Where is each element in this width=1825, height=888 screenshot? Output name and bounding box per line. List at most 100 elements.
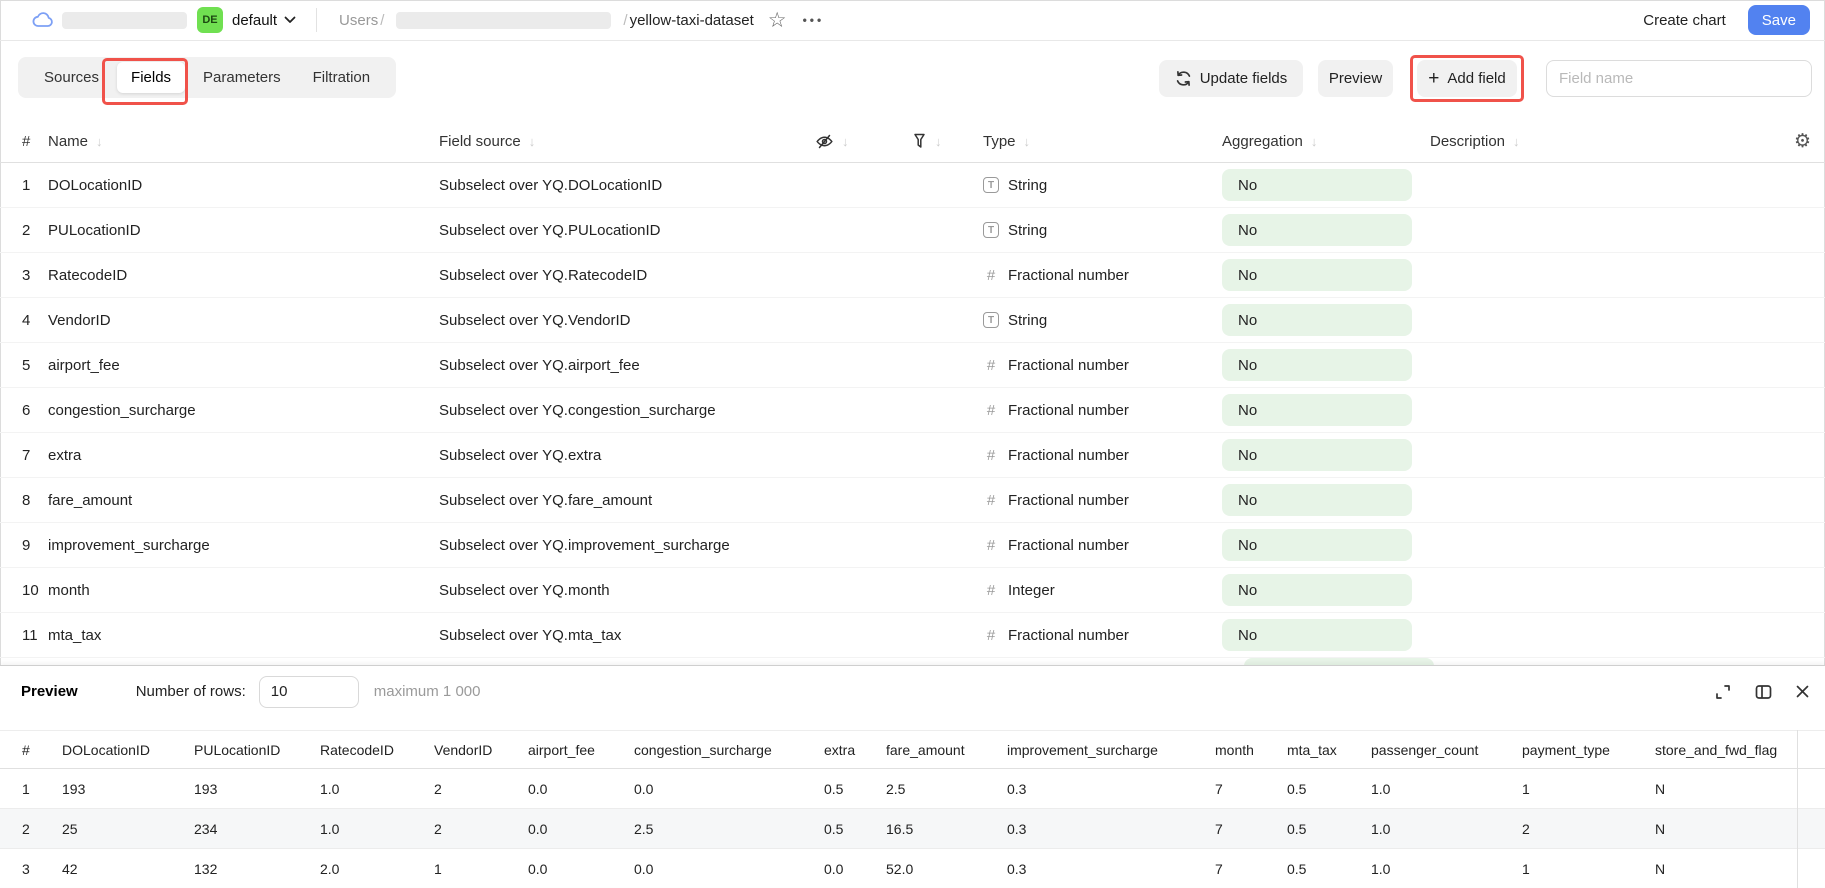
string-type-icon: T xyxy=(983,222,999,238)
field-row[interactable]: 1DOLocationIDSubselect over YQ.DOLocatio… xyxy=(0,163,1825,208)
expand-preview-button[interactable] xyxy=(1714,683,1732,701)
tab-sources[interactable]: Sources xyxy=(30,62,113,93)
field-name: improvement_surcharge xyxy=(48,537,439,554)
field-type-label: String xyxy=(1008,222,1047,239)
field-type-label: Fractional number xyxy=(1008,267,1129,284)
preview-cell: 0.0 xyxy=(634,781,824,797)
preview-cell: 0.3 xyxy=(1007,821,1215,837)
field-type: #Fractional number xyxy=(983,537,1222,554)
tab-fields[interactable]: Fields xyxy=(117,62,185,93)
header-visibility[interactable]: ↓ xyxy=(815,132,912,151)
create-chart-button[interactable]: Create chart xyxy=(1635,6,1734,35)
header-filter[interactable]: ↓ xyxy=(912,133,983,150)
preview-cell: 0.3 xyxy=(1007,781,1215,797)
field-name: DOLocationID xyxy=(48,177,439,194)
preview-button[interactable]: Preview xyxy=(1318,60,1393,97)
table-settings[interactable]: ⚙ xyxy=(1780,132,1825,151)
aggregation-pill-clipped[interactable] xyxy=(1244,658,1434,665)
field-source: Subselect over YQ.improvement_surcharge xyxy=(439,537,815,554)
field-row-index: 4 xyxy=(22,312,48,329)
aggregation-pill[interactable]: No xyxy=(1222,394,1412,426)
preview-cell: 132 xyxy=(194,861,320,877)
refresh-icon xyxy=(1175,70,1192,87)
preview-row: 3421322.010.00.00.052.00.370.51.01N xyxy=(0,849,1825,888)
field-name: RatecodeID xyxy=(48,267,439,284)
preview-header-airport_fee: airport_fee xyxy=(528,742,634,758)
add-field-button[interactable]: + Add field xyxy=(1417,60,1517,97)
aggregation-pill[interactable]: No xyxy=(1222,304,1412,336)
update-fields-button[interactable]: Update fields xyxy=(1159,60,1303,97)
field-type-label: Fractional number xyxy=(1008,537,1129,554)
header-type[interactable]: Type↓ xyxy=(983,133,1222,150)
preview-cell: 1 xyxy=(1522,861,1655,877)
field-row[interactable]: 7extraSubselect over YQ.extra#Fractional… xyxy=(0,433,1825,478)
plus-icon: + xyxy=(1428,69,1439,88)
save-button[interactable]: Save xyxy=(1748,5,1810,35)
field-type: TString xyxy=(983,177,1222,194)
field-source: Subselect over YQ.RatecodeID xyxy=(439,267,815,284)
aggregation-pill[interactable]: No xyxy=(1222,349,1412,381)
field-aggregation-cell: No xyxy=(1222,484,1430,516)
field-aggregation-cell: No xyxy=(1222,259,1430,291)
more-actions-icon[interactable]: ••• xyxy=(803,13,825,27)
preview-panel: Preview Number of rows: maximum 1 000 xyxy=(0,665,1825,887)
field-row[interactable]: 9improvement_surchargeSubselect over YQ.… xyxy=(0,523,1825,568)
aggregation-pill[interactable]: No xyxy=(1222,529,1412,561)
header-index: # xyxy=(22,133,48,150)
aggregation-pill[interactable]: No xyxy=(1222,619,1412,651)
favorite-star-icon[interactable]: ☆ xyxy=(768,10,787,31)
tab-parameters[interactable]: Parameters xyxy=(189,62,295,93)
tenant-switcher[interactable]: default xyxy=(232,12,296,29)
field-row-index: 7 xyxy=(22,447,48,464)
preview-cell: 1.0 xyxy=(1371,781,1522,797)
field-row[interactable]: 3RatecodeIDSubselect over YQ.RatecodeID#… xyxy=(0,253,1825,298)
field-source: Subselect over YQ.airport_fee xyxy=(439,357,815,374)
aggregation-pill[interactable]: No xyxy=(1222,214,1412,246)
preview-header-VendorID: VendorID xyxy=(434,742,528,758)
topbar-divider xyxy=(316,8,317,32)
field-type-label: Integer xyxy=(1008,582,1055,599)
expand-icon xyxy=(1714,683,1732,701)
field-aggregation-cell: No xyxy=(1222,619,1430,651)
preview-cell: 0.5 xyxy=(1287,861,1371,877)
aggregation-pill[interactable]: No xyxy=(1222,484,1412,516)
header-description[interactable]: Description↓ xyxy=(1430,133,1780,150)
aggregation-pill[interactable]: No xyxy=(1222,169,1412,201)
field-row[interactable]: 2PULocationIDSubselect over YQ.PULocatio… xyxy=(0,208,1825,253)
field-row[interactable]: 6congestion_surchargeSubselect over YQ.c… xyxy=(0,388,1825,433)
preview-toolbar: Preview Number of rows: maximum 1 000 xyxy=(0,666,1825,717)
dock-preview-button[interactable] xyxy=(1754,683,1773,701)
breadcrumb-root[interactable]: Users xyxy=(339,12,378,29)
breadcrumb-dataset-name: yellow-taxi-dataset xyxy=(630,12,754,29)
preview-header-mta_tax: mta_tax xyxy=(1287,742,1371,758)
preview-cell: 1.0 xyxy=(320,821,434,837)
string-type-icon: T xyxy=(983,177,999,193)
field-name-search-input[interactable] xyxy=(1546,60,1812,97)
preview-cell: 2.5 xyxy=(634,821,824,837)
field-row[interactable]: 8fare_amountSubselect over YQ.fare_amoun… xyxy=(0,478,1825,523)
preview-cell: 2.0 xyxy=(320,861,434,877)
field-row[interactable]: 11mta_taxSubselect over YQ.mta_tax#Fract… xyxy=(0,613,1825,658)
field-source: Subselect over YQ.month xyxy=(439,582,815,599)
field-row[interactable]: 10monthSubselect over YQ.month#IntegerNo xyxy=(0,568,1825,613)
header-field-source[interactable]: Field source↓ xyxy=(439,133,815,150)
aggregation-pill[interactable]: No xyxy=(1222,259,1412,291)
preview-cell: 3 xyxy=(22,861,62,877)
tenant-badge: DE xyxy=(197,7,223,33)
close-preview-button[interactable] xyxy=(1795,684,1810,699)
field-type: #Fractional number xyxy=(983,402,1222,419)
sort-arrow-icon: ↓ xyxy=(1513,134,1520,149)
field-aggregation-cell: No xyxy=(1222,394,1430,426)
tab-filtration[interactable]: Filtration xyxy=(299,62,385,93)
number-of-rows-input[interactable] xyxy=(259,676,359,708)
preview-title: Preview xyxy=(21,683,78,700)
aggregation-pill[interactable]: No xyxy=(1222,574,1412,606)
field-row[interactable]: 4VendorIDSubselect over YQ.VendorIDTStri… xyxy=(0,298,1825,343)
header-name[interactable]: Name↓ xyxy=(48,133,439,150)
preview-cell: 234 xyxy=(194,821,320,837)
header-aggregation[interactable]: Aggregation↓ xyxy=(1222,133,1430,150)
field-row[interactable]: 5airport_feeSubselect over YQ.airport_fe… xyxy=(0,343,1825,388)
field-type: #Fractional number xyxy=(983,267,1222,284)
field-source: Subselect over YQ.fare_amount xyxy=(439,492,815,509)
aggregation-pill[interactable]: No xyxy=(1222,439,1412,471)
